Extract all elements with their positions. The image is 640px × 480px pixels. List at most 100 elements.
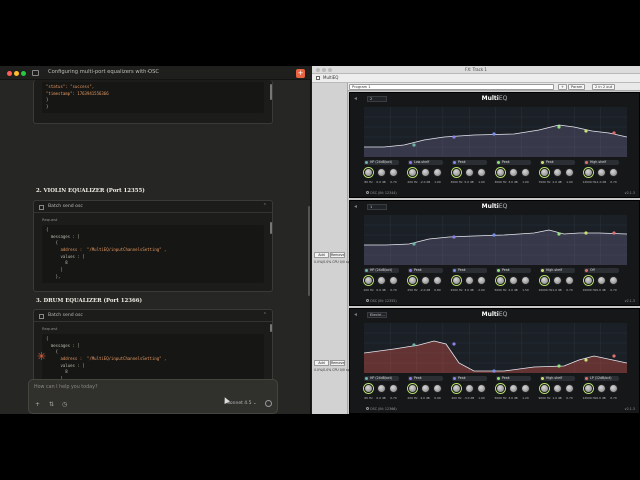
q-knob[interactable] — [389, 276, 398, 285]
band-type-select[interactable]: Peak — [452, 160, 487, 165]
gain-knob[interactable] — [508, 168, 518, 177]
band-type-select[interactable]: Peak — [408, 376, 443, 381]
q-knob[interactable] — [389, 384, 398, 393]
band-enable-toggle[interactable] — [541, 377, 544, 380]
osc-toggle[interactable]: OSC (IN: 12344) — [366, 191, 397, 195]
minimize-window-button[interactable] — [14, 71, 19, 76]
gain-knob[interactable] — [464, 168, 474, 177]
model-selector[interactable]: Sonnet 4.5 ⌄ — [227, 401, 257, 406]
band-type-select[interactable]: Off — [584, 268, 619, 273]
band-enable-toggle[interactable] — [453, 269, 456, 272]
remove-fx-button[interactable]: Remove — [330, 252, 345, 258]
close-window-button[interactable] — [7, 71, 12, 76]
frequency-knob[interactable] — [408, 276, 417, 285]
band-type-select[interactable]: High-shelf — [540, 268, 575, 273]
frequency-knob[interactable] — [452, 276, 461, 285]
q-knob[interactable] — [609, 168, 618, 177]
gain-knob[interactable] — [420, 384, 430, 393]
composer-placeholder[interactable]: How can I help you today? — [34, 385, 98, 390]
tools-icon[interactable]: ⇅ — [49, 401, 54, 408]
band-enable-toggle[interactable] — [453, 377, 456, 380]
frequency-knob[interactable] — [364, 168, 373, 177]
q-knob[interactable] — [477, 384, 486, 393]
chevron-up-icon[interactable]: ⌃ — [263, 312, 267, 318]
q-knob[interactable] — [521, 276, 530, 285]
gain-knob[interactable] — [552, 384, 562, 393]
osc-toggle[interactable]: OSC (IN: 12355) — [366, 299, 397, 303]
band-enable-toggle[interactable] — [497, 161, 500, 164]
frequency-knob[interactable] — [584, 168, 593, 177]
band-enable-toggle[interactable] — [585, 269, 588, 272]
band-type-select[interactable]: Peak — [408, 268, 443, 273]
q-knob[interactable] — [521, 384, 530, 393]
band-type-select[interactable]: HP (24dB/oct) — [364, 268, 399, 273]
gain-knob[interactable] — [596, 384, 606, 393]
band-enable-toggle[interactable] — [453, 161, 456, 164]
minimize-window-button[interactable] — [322, 68, 326, 72]
q-knob[interactable] — [565, 384, 574, 393]
band-enable-toggle[interactable] — [497, 377, 500, 380]
band-enable-toggle[interactable] — [365, 269, 368, 272]
gain-knob[interactable] — [376, 168, 386, 177]
band-enable-toggle[interactable] — [409, 377, 412, 380]
gain-knob[interactable] — [508, 276, 518, 285]
band-type-select[interactable]: Peak — [452, 268, 487, 273]
gain-knob[interactable] — [552, 168, 562, 177]
chat-title[interactable]: Configuring multi-port equalizers with O… — [48, 69, 159, 75]
frequency-knob[interactable] — [540, 276, 549, 285]
zoom-window-button[interactable] — [21, 71, 26, 76]
frequency-knob[interactable] — [496, 168, 505, 177]
band-type-select[interactable]: Peak — [496, 160, 531, 165]
q-knob[interactable] — [433, 384, 442, 393]
close-window-button[interactable] — [316, 68, 320, 72]
band-type-select[interactable]: Peak — [496, 376, 531, 381]
new-chat-button[interactable]: + — [296, 69, 305, 78]
param-button[interactable]: Param — [568, 84, 586, 90]
gain-knob[interactable] — [464, 276, 474, 285]
sidebar-toggle-icon[interactable] — [32, 70, 39, 76]
eq-response-graph[interactable] — [364, 215, 628, 265]
gain-knob[interactable] — [596, 276, 606, 285]
preset-select[interactable]: Program 1 — [349, 84, 554, 90]
q-knob[interactable] — [521, 168, 530, 177]
q-knob[interactable] — [433, 168, 442, 177]
send-icon[interactable] — [265, 400, 272, 407]
band-type-select[interactable]: HP (24dB/oct) — [364, 376, 399, 381]
q-knob[interactable] — [609, 384, 618, 393]
frequency-knob[interactable] — [496, 276, 505, 285]
q-knob[interactable] — [565, 276, 574, 285]
frequency-knob[interactable] — [452, 168, 461, 177]
band-enable-toggle[interactable] — [365, 161, 368, 164]
band-type-select[interactable]: Peak — [540, 160, 575, 165]
frequency-knob[interactable] — [584, 276, 593, 285]
band-enable-toggle[interactable] — [409, 161, 412, 164]
band-type-select[interactable]: High-shelf — [584, 160, 619, 165]
band-enable-toggle[interactable] — [541, 269, 544, 272]
gain-knob[interactable] — [596, 168, 606, 177]
band-enable-toggle[interactable] — [585, 377, 588, 380]
chevron-down-icon[interactable]: ⌄ — [146, 68, 150, 74]
eq-response-graph[interactable] — [364, 107, 628, 157]
band-enable-toggle[interactable] — [365, 377, 368, 380]
fx-chain-item[interactable]: MultiEQ — [323, 75, 338, 80]
chevron-up-icon[interactable]: ⌃ — [263, 203, 267, 209]
preset-add-button[interactable]: + — [558, 84, 568, 90]
message-composer[interactable]: How can I help you today? + ⇅ ◷ Sonnet 4… — [28, 379, 278, 414]
q-knob[interactable] — [433, 276, 442, 285]
frequency-knob[interactable] — [408, 168, 417, 177]
band-type-select[interactable]: Peak — [496, 268, 531, 273]
q-knob[interactable] — [609, 276, 618, 285]
frequency-knob[interactable] — [408, 384, 417, 393]
gain-knob[interactable] — [464, 384, 474, 393]
gain-knob[interactable] — [420, 276, 430, 285]
add-fx-button[interactable]: Add — [314, 360, 329, 366]
q-knob[interactable] — [389, 168, 398, 177]
frequency-knob[interactable] — [496, 384, 505, 393]
band-enable-toggle[interactable] — [409, 269, 412, 272]
band-enable-toggle[interactable] — [585, 161, 588, 164]
frequency-knob[interactable] — [584, 384, 593, 393]
scrollbar[interactable] — [270, 222, 272, 234]
tool-call-card[interactable]: Batch send osc ⌃ Request { messages : [ … — [33, 200, 273, 292]
band-type-select[interactable]: Peak — [452, 376, 487, 381]
band-enable-toggle[interactable] — [497, 269, 500, 272]
